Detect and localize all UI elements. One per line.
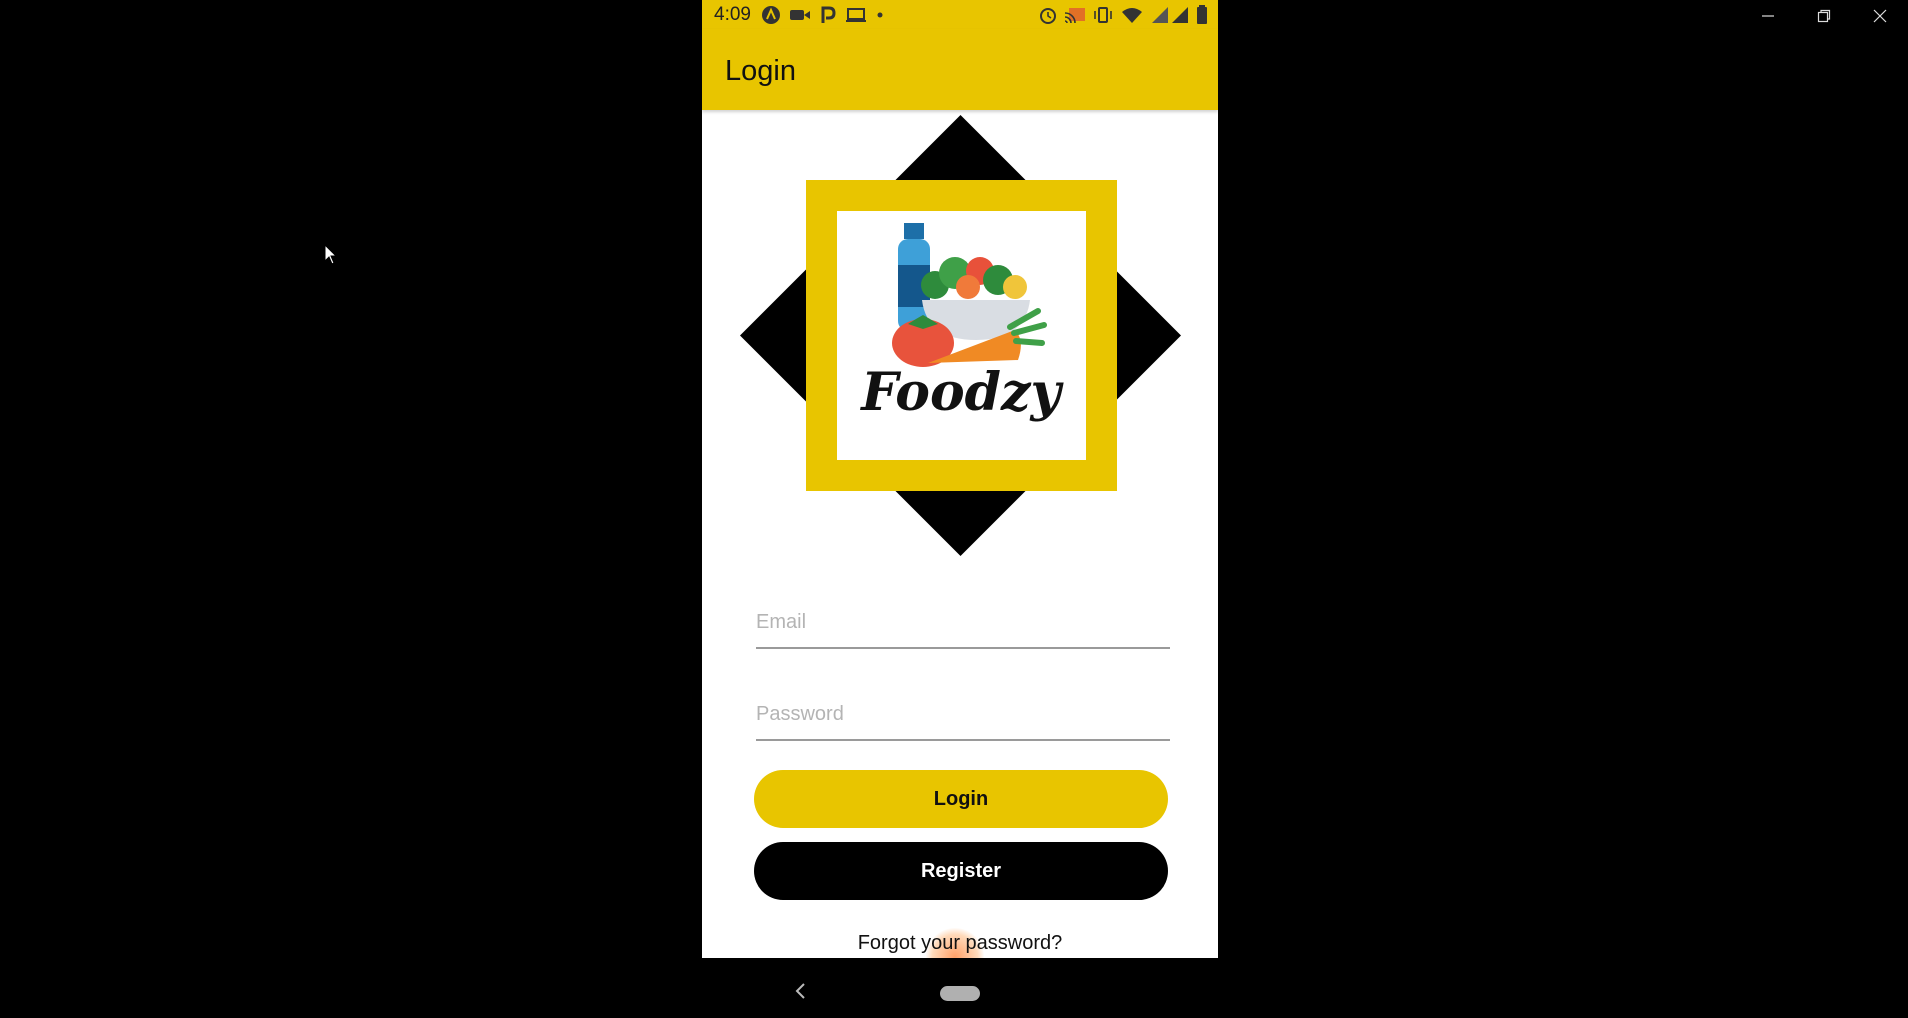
foodzy-logo: Foodzy	[740, 115, 1181, 556]
dot-icon	[875, 10, 885, 20]
video-camera-icon	[789, 7, 811, 23]
register-button[interactable]: Register	[754, 842, 1168, 900]
close-button[interactable]	[1852, 0, 1908, 32]
email-field[interactable]	[756, 597, 1170, 649]
window-controls	[1740, 0, 1908, 32]
vibrate-icon	[1092, 6, 1114, 24]
alarm-icon	[1038, 5, 1058, 25]
email-input[interactable]	[756, 597, 1170, 647]
p-badge-icon	[819, 6, 837, 24]
status-bar: 4:09	[702, 0, 1218, 29]
laptop-icon	[845, 7, 867, 23]
status-time: 4:09	[714, 3, 751, 25]
a-badge-icon	[761, 5, 781, 25]
logo-wordmark: Foodzy	[859, 362, 1064, 423]
mouse-cursor-icon	[324, 243, 338, 271]
battery-icon	[1196, 4, 1208, 25]
signal-icon	[1150, 6, 1190, 24]
forgot-password-link[interactable]: Forgot your password?	[702, 932, 1218, 955]
password-input[interactable]	[756, 689, 1170, 739]
home-pill-button[interactable]	[940, 986, 980, 1001]
app-bar: Login	[702, 29, 1218, 110]
page-title: Login	[725, 55, 796, 87]
restore-button[interactable]	[1796, 0, 1852, 32]
wifi-icon	[1120, 6, 1144, 24]
back-chevron-icon[interactable]	[794, 982, 806, 1005]
password-field[interactable]	[756, 689, 1170, 741]
login-button[interactable]: Login	[754, 770, 1168, 828]
navigation-bar	[702, 958, 1218, 1018]
minimize-button[interactable]	[1740, 0, 1796, 32]
phone-screen: 4:09 Login Foodzy Email Login Register F…	[702, 0, 1218, 958]
cast-icon	[1064, 6, 1086, 24]
